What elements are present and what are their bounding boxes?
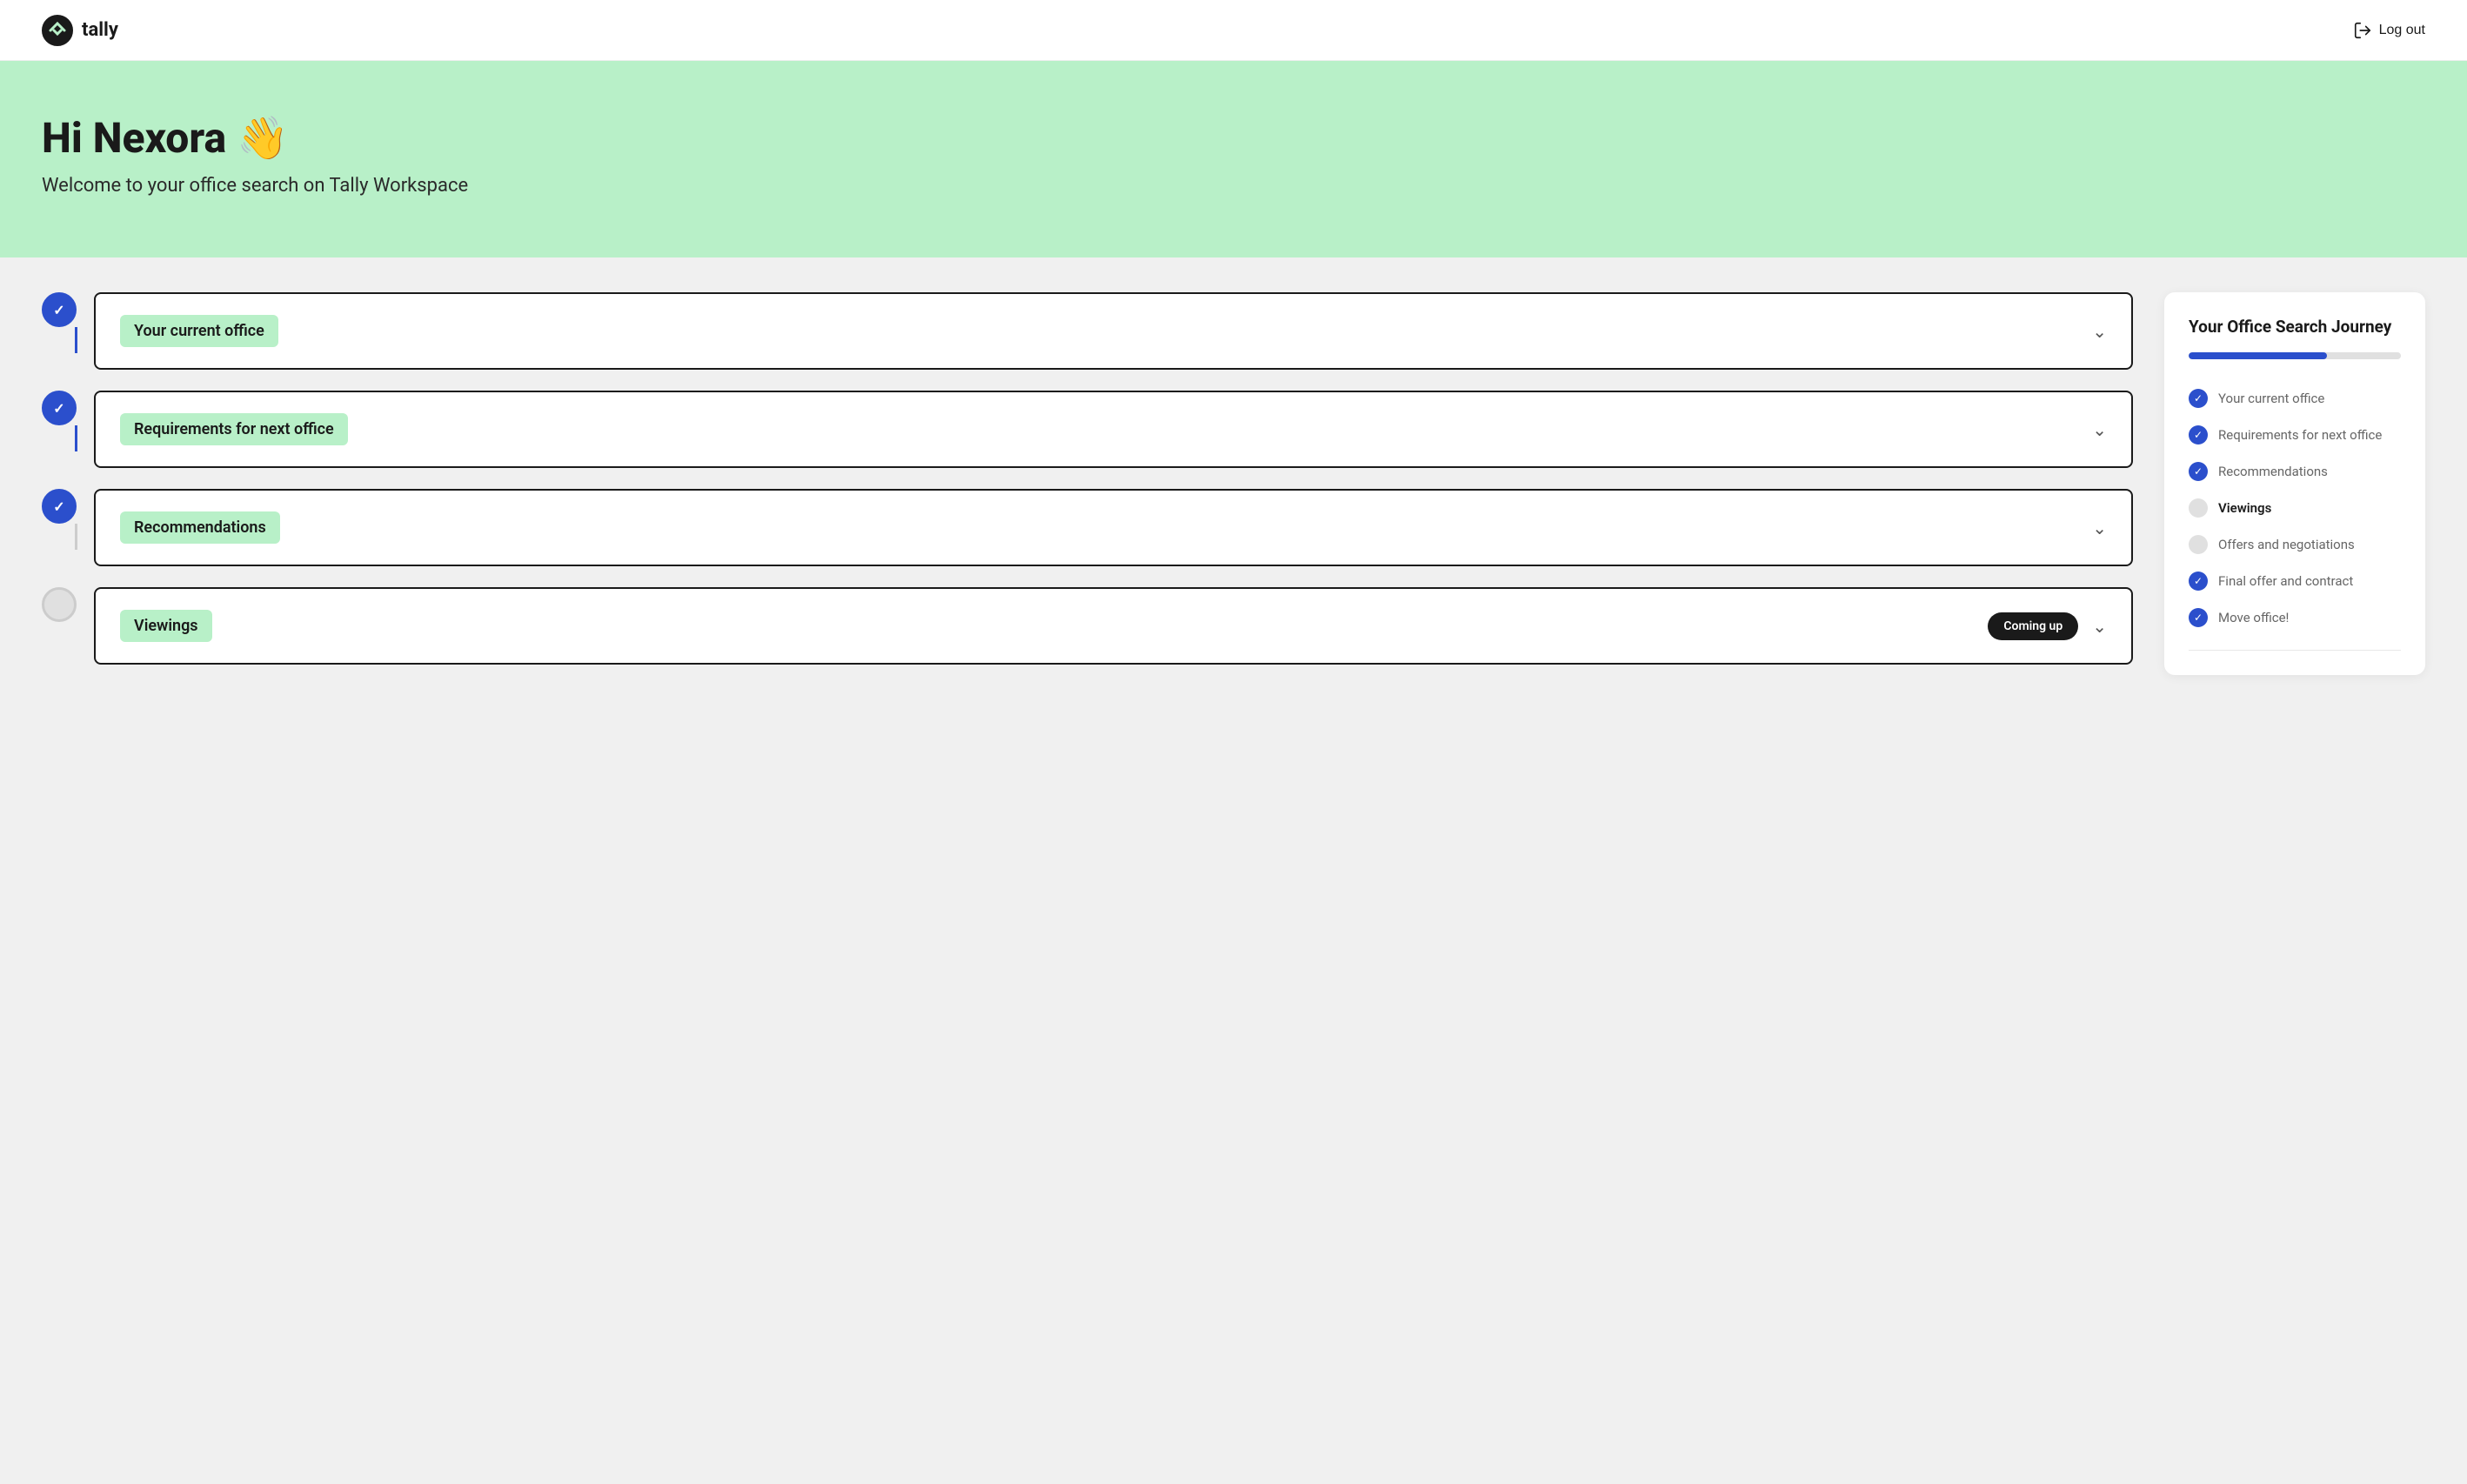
hero-subtitle: Welcome to your office search on Tally W…	[42, 175, 2425, 197]
journey-title: Your Office Search Journey	[2189, 317, 2401, 337]
chevron-down-icon-3: ⌄	[2092, 518, 2107, 538]
journey-divider	[2189, 650, 2401, 651]
journey-label-2: Requirements for next office	[2218, 427, 2382, 443]
line-1	[75, 327, 77, 353]
journey-icon-3: ✓	[2189, 462, 2208, 481]
step-circle-2: ✓	[42, 391, 77, 425]
journey-item-4: Viewings	[2189, 490, 2401, 526]
step-label-requirements: Requirements for next office	[120, 413, 348, 445]
journey-sidebar: Your Office Search Journey ✓ Your curren…	[2164, 292, 2425, 675]
chevron-down-icon-1: ⌄	[2092, 321, 2107, 342]
coming-up-badge: Coming up	[1988, 612, 2078, 640]
line-2	[75, 425, 77, 451]
logo-text: tally	[82, 19, 118, 41]
logout-label: Log out	[2379, 23, 2425, 38]
step-right-1: ⌄	[2092, 321, 2107, 342]
hero-section: Hi Nexora 👋 Welcome to your office searc…	[0, 61, 2467, 257]
step-indicator-3: ✓	[42, 489, 77, 587]
journey-icon-6: ✓	[2189, 572, 2208, 591]
chevron-down-icon-2: ⌄	[2092, 419, 2107, 440]
step-card-current-office[interactable]: Your current office ⌄	[94, 292, 2133, 370]
header: tally Log out	[0, 0, 2467, 61]
step-indicator-2: ✓	[42, 391, 77, 489]
journey-item-6: ✓ Final offer and contract	[2189, 563, 2401, 599]
journey-item-7: ✓ Move office!	[2189, 599, 2401, 636]
logout-button[interactable]: Log out	[2353, 21, 2425, 40]
journey-label-7: Move office!	[2218, 610, 2289, 625]
step-circle-1: ✓	[42, 292, 77, 327]
step-indicator-1: ✓	[42, 292, 77, 391]
journey-icon-2: ✓	[2189, 425, 2208, 445]
journey-label-6: Final offer and contract	[2218, 573, 2353, 589]
journey-icon-7: ✓	[2189, 608, 2208, 627]
logo-area: tally	[42, 15, 118, 46]
journey-icon-4	[2189, 498, 2208, 518]
step-right-3: ⌄	[2092, 518, 2107, 538]
journey-icon-5	[2189, 535, 2208, 554]
journey-item-5: Offers and negotiations	[2189, 526, 2401, 563]
journey-label-3: Recommendations	[2218, 464, 2328, 479]
progress-bar-fill	[2189, 352, 2327, 359]
line-3	[75, 524, 77, 550]
progress-bar-container	[2189, 352, 2401, 359]
step-circle-4	[42, 587, 77, 622]
tally-logo-icon	[42, 15, 73, 46]
journey-label-4: Viewings	[2218, 500, 2271, 516]
step-card-requirements[interactable]: Requirements for next office ⌄	[94, 391, 2133, 468]
step-circle-3: ✓	[42, 489, 77, 524]
logout-icon	[2353, 21, 2372, 40]
chevron-down-icon-4: ⌄	[2092, 616, 2107, 637]
step-card-recommendations[interactable]: Recommendations ⌄	[94, 489, 2133, 566]
step-right-4: Coming up ⌄	[1988, 612, 2107, 640]
journey-icon-1: ✓	[2189, 389, 2208, 408]
hero-greeting: Hi Nexora 👋	[42, 113, 2425, 163]
journey-label-1: Your current office	[2218, 391, 2324, 406]
step-label-recommendations: Recommendations	[120, 511, 280, 544]
journey-item-3: ✓ Recommendations	[2189, 453, 2401, 490]
check-icon-1: ✓	[53, 302, 64, 318]
step-card-viewings[interactable]: Viewings Coming up ⌄	[94, 587, 2133, 665]
step-label-viewings: Viewings	[120, 610, 212, 642]
step-label-current-office: Your current office	[120, 315, 278, 347]
main-content: ✓ Your current office ⌄ ✓ Requirements f…	[0, 257, 2467, 710]
journey-item-2: ✓ Requirements for next office	[2189, 417, 2401, 453]
journey-item-1: ✓ Your current office	[2189, 380, 2401, 417]
step-right-2: ⌄	[2092, 419, 2107, 440]
check-icon-2: ✓	[53, 400, 64, 417]
steps-section: ✓ Your current office ⌄ ✓ Requirements f…	[42, 292, 2133, 665]
journey-label-5: Offers and negotiations	[2218, 537, 2355, 552]
check-icon-3: ✓	[53, 498, 64, 515]
step-indicator-4	[42, 587, 77, 665]
